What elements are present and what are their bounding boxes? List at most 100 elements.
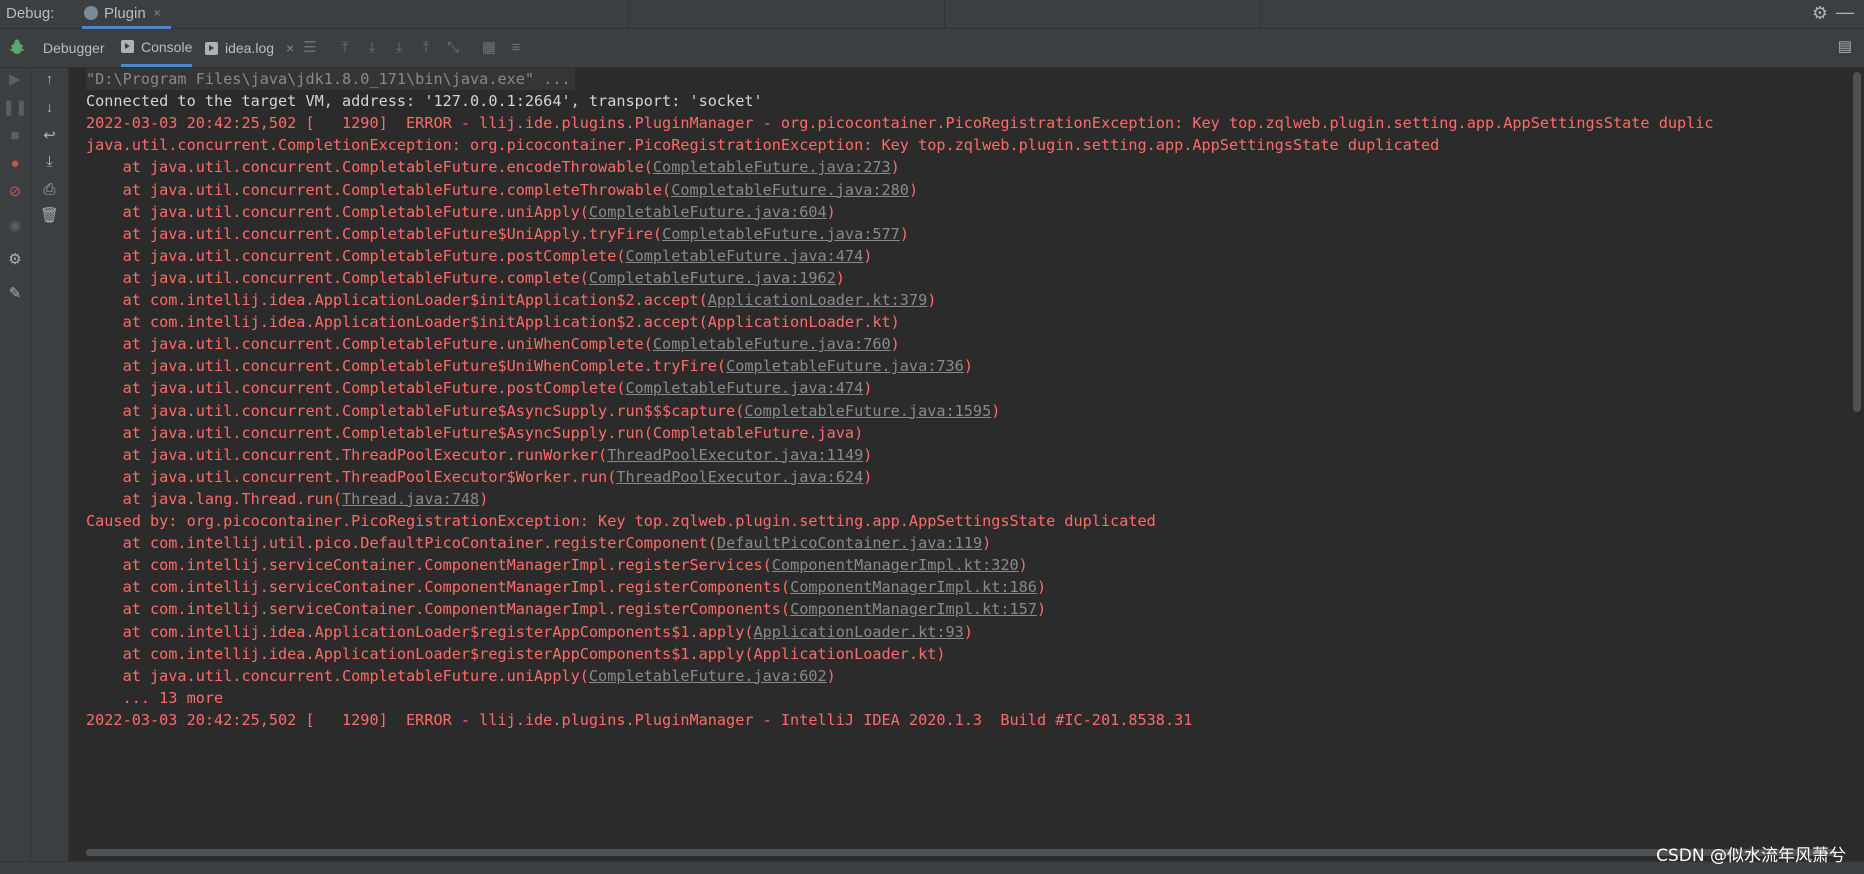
console-line-text: ) xyxy=(826,202,836,221)
resume-icon[interactable]: ▶ xyxy=(0,68,30,92)
divider xyxy=(1260,0,1261,28)
tab-debugger[interactable]: Debugger xyxy=(43,29,105,67)
stack-trace-link[interactable]: CompletableFuture.java:1595 xyxy=(744,402,991,420)
stack-trace-link[interactable]: CompletableFuture.java:273 xyxy=(653,158,891,176)
stack-trace-link[interactable]: CompletableFuture.java:577 xyxy=(662,225,900,243)
tab-plugin[interactable]: Plugin × xyxy=(82,0,171,29)
debug-bug-icon[interactable] xyxy=(8,38,26,56)
step-into-icon[interactable]: ⤓ xyxy=(390,39,408,57)
console-line-text: at com.intellij.idea.ApplicationLoader$r… xyxy=(86,622,754,641)
console-line-text: at java.util.concurrent.ThreadPoolExecut… xyxy=(86,445,608,464)
stack-trace-link[interactable]: ApplicationLoader.kt:93 xyxy=(754,623,964,641)
console-line-text: Caused by: org.picocontainer.PicoRegistr… xyxy=(86,512,1156,530)
stack-trace-link[interactable]: CompletableFuture.java:604 xyxy=(589,203,827,221)
mute-breakpoints-icon[interactable]: ⊘ xyxy=(0,180,30,204)
console-line-text: at com.intellij.serviceContainer.Compone… xyxy=(86,600,791,619)
debug-label: Debug: xyxy=(6,5,55,22)
menu-icon[interactable]: ☰ xyxy=(301,39,319,57)
tab-console[interactable]: Console xyxy=(121,29,193,67)
console-line-text: ) xyxy=(927,291,937,309)
console-output[interactable]: "D:\Program Files\java\jdk1.8.0_171\bin\… xyxy=(69,68,1849,858)
status-bar xyxy=(0,861,1864,874)
stack-trace-link[interactable]: ThreadPoolExecutor.java:1149 xyxy=(607,446,863,464)
stack-trace-link[interactable]: CompletableFuture.java:760 xyxy=(653,335,891,353)
close-icon[interactable]: × xyxy=(286,40,294,56)
minimize-icon[interactable]: — xyxy=(1836,2,1854,23)
step-out-icon[interactable]: ⤒ xyxy=(417,39,435,57)
horizontal-scrollbar[interactable] xyxy=(86,849,1836,856)
vertical-scrollbar[interactable] xyxy=(1853,72,1861,412)
console-line-text: at java.util.concurrent.CompletableFutur… xyxy=(86,401,745,420)
scroll-to-end-icon[interactable]: ⤓ xyxy=(31,150,68,174)
console-line-text: ) xyxy=(908,180,919,199)
settings-icon[interactable]: ⚙ xyxy=(0,248,30,272)
pin-icon[interactable]: ✎ xyxy=(0,282,30,306)
run-config-icon xyxy=(84,6,98,20)
stack-trace-link[interactable]: CompletableFuture.java:602 xyxy=(589,667,827,685)
close-icon[interactable]: × xyxy=(154,6,161,20)
console-line: "D:\Program Files\java\jdk1.8.0_171\bin\… xyxy=(86,68,575,90)
down-arrow-icon[interactable]: ↓ xyxy=(31,96,68,120)
stack-trace-link[interactable]: ComponentManagerImpl.kt:157 xyxy=(790,600,1037,618)
stack-trace-link[interactable]: CompletableFuture.java:280 xyxy=(671,181,909,199)
tab-idea-log[interactable]: idea.log × xyxy=(205,29,294,67)
print-icon[interactable]: ⎙ xyxy=(31,178,68,202)
watermark: CSDN @似水流年风萧兮 xyxy=(1656,846,1846,866)
view-breakpoints-icon[interactable]: ● xyxy=(0,152,30,176)
console-line-text: ) xyxy=(863,379,873,398)
divider xyxy=(944,0,945,28)
console-line-text: ) xyxy=(835,268,845,287)
console-line: at java.util.concurrent.ThreadPoolExecut… xyxy=(86,466,873,488)
console-line: at com.intellij.idea.ApplicationLoader$r… xyxy=(86,643,946,665)
console-line: at com.intellij.idea.ApplicationLoader$i… xyxy=(86,289,937,311)
console-line-text: at java.util.concurrent.CompletableFutur… xyxy=(86,268,589,287)
stack-trace-link[interactable]: CompletableFuture.java:1962 xyxy=(589,269,836,287)
stack-trace-link[interactable]: CompletableFuture.java:736 xyxy=(726,357,964,375)
show-execution-point-icon[interactable]: ⤒ xyxy=(336,39,354,57)
console-line: 2022-03-03 20:42:25,502 [ 1290] ERROR - … xyxy=(86,709,1192,731)
console-line: at java.util.concurrent.CompletableFutur… xyxy=(86,223,909,245)
console-line-text: ) xyxy=(991,401,1001,420)
pause-icon[interactable]: ❚❚ xyxy=(0,96,30,120)
camera-icon[interactable]: ◉ xyxy=(0,214,30,238)
console-line: at com.intellij.serviceContainer.Compone… xyxy=(86,554,1028,576)
console-line-text: ... 13 more xyxy=(86,688,224,707)
stack-trace-link[interactable]: ComponentManagerImpl.kt:320 xyxy=(772,556,1019,574)
console-line-text: at java.util.concurrent.CompletableFutur… xyxy=(86,379,626,398)
console-line-text: ) xyxy=(826,666,836,685)
evaluate-icon[interactable]: ▦ xyxy=(480,39,498,57)
log-icon xyxy=(205,41,218,55)
stack-trace-link[interactable]: DefaultPicoContainer.java:119 xyxy=(717,534,982,552)
soft-wrap-icon[interactable]: ↩ xyxy=(31,124,68,148)
console-line-text: at java.util.concurrent.CompletableFutur… xyxy=(86,357,727,376)
up-arrow-icon[interactable]: ↑ xyxy=(31,68,68,92)
console-line-text: ) xyxy=(963,622,973,641)
layout-icon[interactable]: ▤ xyxy=(1836,38,1854,56)
console-icon xyxy=(121,40,134,53)
trash-icon[interactable]: 🗑 xyxy=(31,204,68,228)
stop-icon[interactable]: ■ xyxy=(0,124,30,148)
console-line: at java.util.concurrent.ThreadPoolExecut… xyxy=(86,444,873,466)
gear-icon[interactable]: ⚙ xyxy=(1812,3,1828,24)
console-line-text: ) xyxy=(899,224,909,243)
stack-trace-link[interactable]: ApplicationLoader.kt:379 xyxy=(708,291,927,309)
console-line-text: ) xyxy=(863,467,873,486)
console-line-text: at java.lang.Thread.run( xyxy=(86,489,343,508)
stack-trace-link[interactable]: Thread.java:748 xyxy=(342,490,479,508)
tab-debugger-label: Debugger xyxy=(43,40,105,56)
stack-trace-link[interactable]: CompletableFuture.java:474 xyxy=(625,247,863,265)
step-over-icon[interactable]: ⤓ xyxy=(363,39,381,57)
console-line-text: at java.util.concurrent.CompletableFutur… xyxy=(86,666,589,685)
trace-icon[interactable]: ≡ xyxy=(507,39,525,57)
run-to-cursor-icon[interactable]: ⤡ xyxy=(444,39,462,57)
console-line-text: ) xyxy=(1036,578,1047,597)
console-line: Connected to the target VM, address: '12… xyxy=(86,92,763,111)
console-line-text: ) xyxy=(963,357,973,376)
console-line: at java.util.concurrent.CompletableFutur… xyxy=(86,665,836,687)
stack-trace-link[interactable]: ComponentManagerImpl.kt:186 xyxy=(790,578,1037,596)
console-line: at java.util.concurrent.CompletableFutur… xyxy=(86,245,873,267)
stack-trace-link[interactable]: CompletableFuture.java:474 xyxy=(625,379,863,397)
console-line-text: ) xyxy=(1018,556,1028,575)
console-line: at java.util.concurrent.CompletableFutur… xyxy=(86,179,919,201)
stack-trace-link[interactable]: ThreadPoolExecutor.java:624 xyxy=(616,468,863,486)
